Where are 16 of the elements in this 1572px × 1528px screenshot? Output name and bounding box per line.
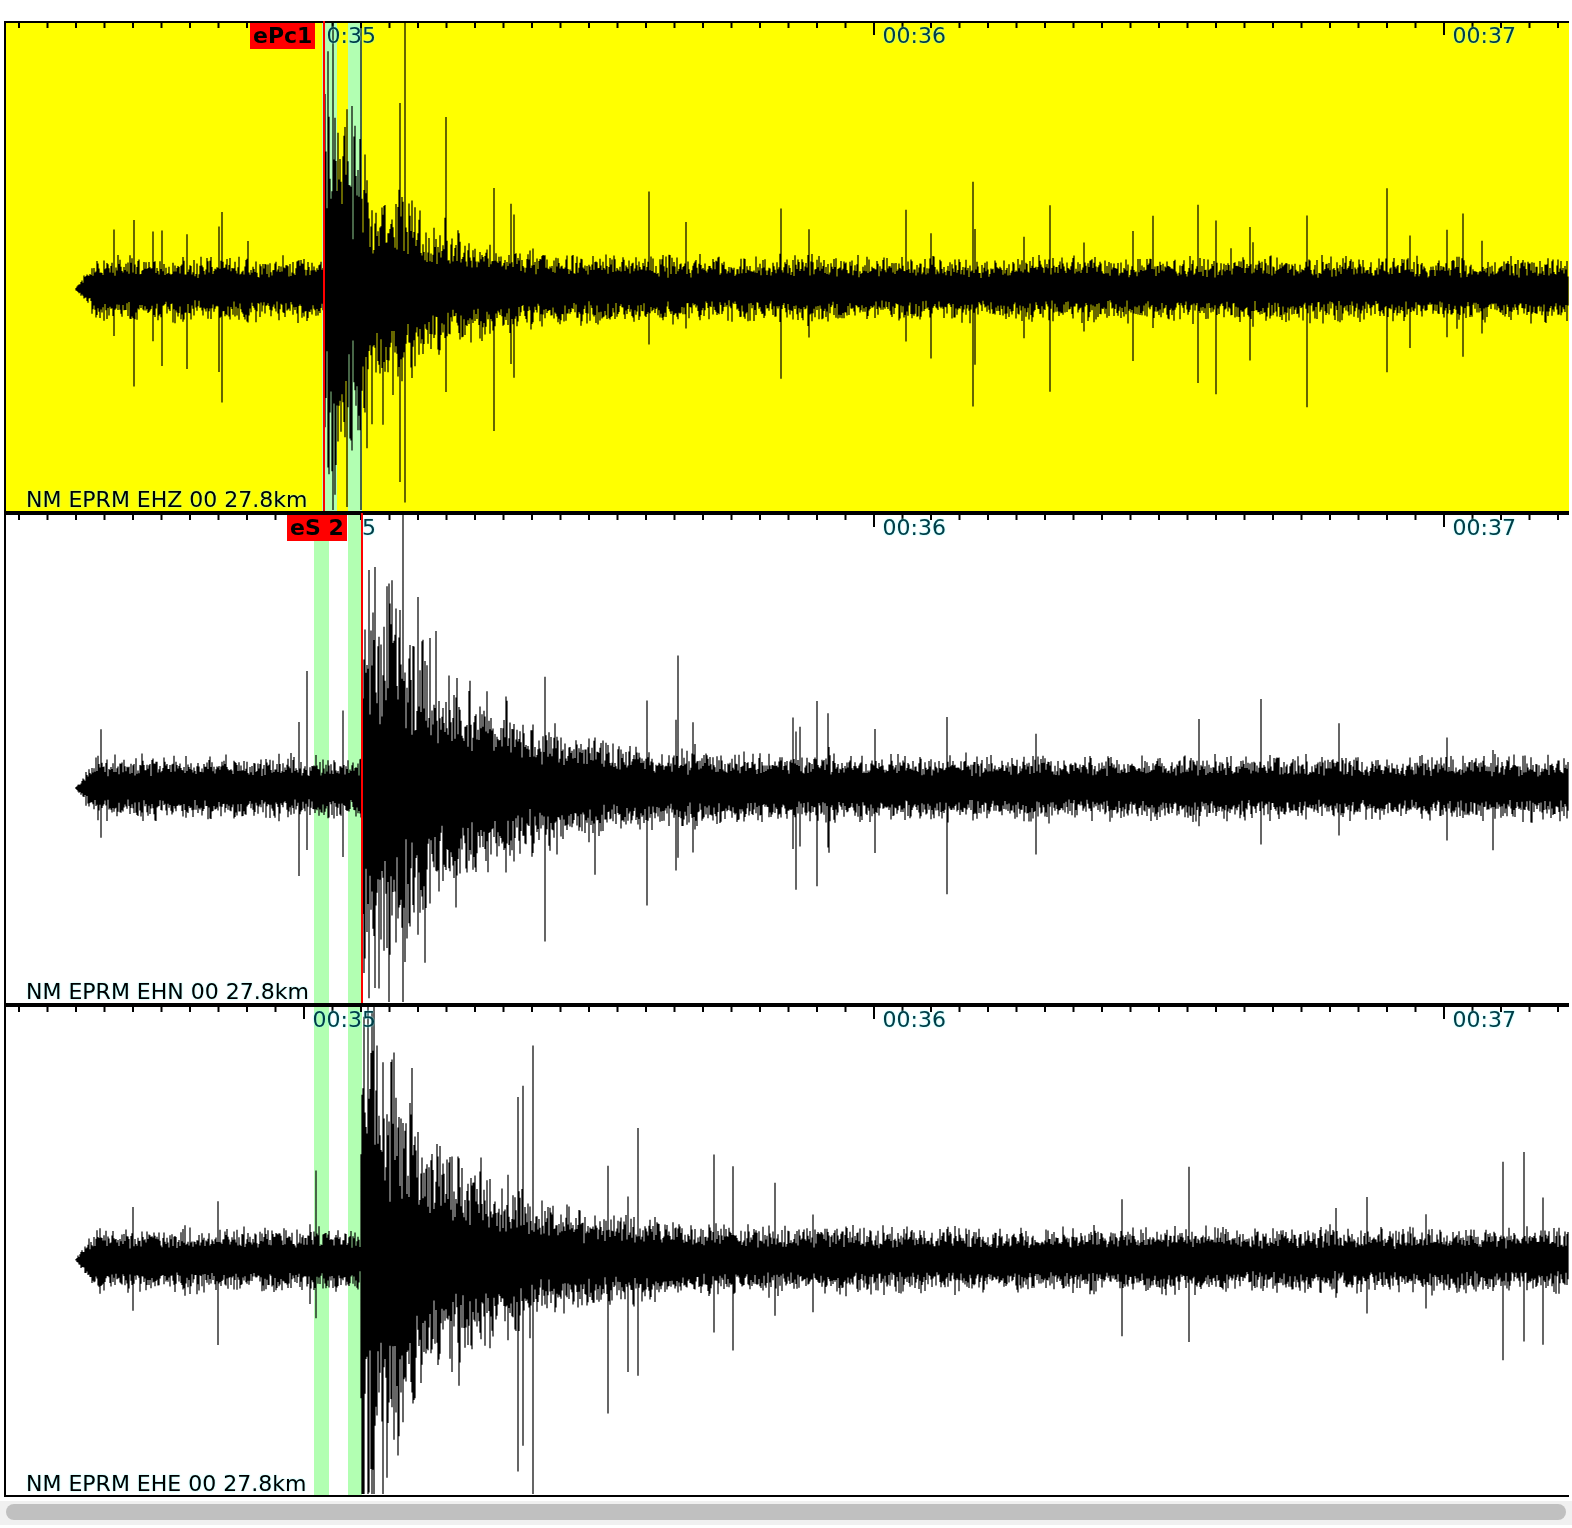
time-label: 5 — [362, 517, 376, 539]
channel-label: NM EPRM EHE 00 27.8km — [26, 1473, 307, 1495]
channel-label: NM EPRM EHN 00 27.8km — [26, 981, 309, 1003]
pick-label[interactable]: ePc1 — [250, 23, 316, 49]
pick-label[interactable]: eS 2 — [287, 515, 347, 541]
time-label: 00:37 — [1452, 1009, 1516, 1031]
time-label: 0:35 — [326, 25, 376, 47]
horizontal-scrollbar[interactable] — [6, 1504, 1566, 1520]
time-label: 00:36 — [882, 25, 946, 47]
time-label: 00:37 — [1452, 517, 1516, 539]
time-label: 00:36 — [882, 517, 946, 539]
trace-panel[interactable]: ePc1 0:35 00:36 00:37 NM EPRM EHZ 00 27.8km — [6, 21, 1569, 513]
time-label: 00:36 — [882, 1009, 946, 1031]
channel-label: NM EPRM EHZ 00 27.8km — [26, 489, 308, 511]
time-label: 00:37 — [1452, 25, 1516, 47]
trace-panel[interactable]: eS 2 5 00:36 00:37 NM EPRM EHN 00 27.8km — [6, 513, 1569, 1005]
